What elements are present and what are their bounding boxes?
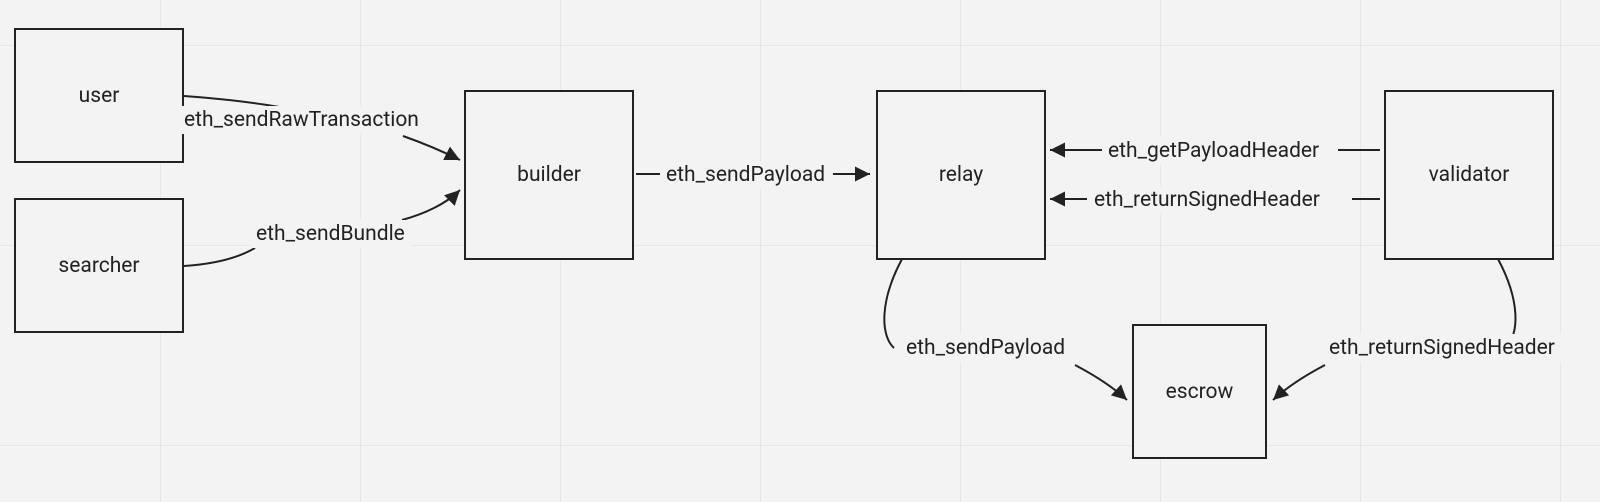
node-escrow: escrow bbox=[1132, 324, 1267, 459]
node-user-label: user bbox=[79, 84, 120, 108]
edge-label-validator-escrow: eth_returnSignedHeader bbox=[1323, 334, 1561, 362]
edge-label-user-builder: eth_sendRawTransaction bbox=[178, 106, 425, 134]
node-validator-label: validator bbox=[1429, 163, 1510, 187]
node-validator: validator bbox=[1384, 90, 1554, 260]
edge-label-searcher-builder: eth_sendBundle bbox=[250, 220, 411, 248]
node-searcher: searcher bbox=[14, 198, 184, 333]
node-user: user bbox=[14, 28, 184, 163]
node-escrow-label: escrow bbox=[1166, 380, 1234, 404]
edge-label-validator-relay-return: eth_returnSignedHeader bbox=[1088, 186, 1326, 214]
edge-label-relay-escrow: eth_sendPayload bbox=[900, 334, 1071, 362]
edge-label-builder-relay: eth_sendPayload bbox=[660, 161, 831, 189]
node-searcher-label: searcher bbox=[58, 254, 139, 278]
edge-label-validator-relay-get: eth_getPayloadHeader bbox=[1102, 137, 1325, 165]
node-relay: relay bbox=[876, 90, 1046, 260]
node-builder: builder bbox=[464, 90, 634, 260]
node-builder-label: builder bbox=[517, 163, 581, 187]
node-relay-label: relay bbox=[939, 163, 983, 187]
diagram-edges bbox=[0, 0, 1600, 502]
